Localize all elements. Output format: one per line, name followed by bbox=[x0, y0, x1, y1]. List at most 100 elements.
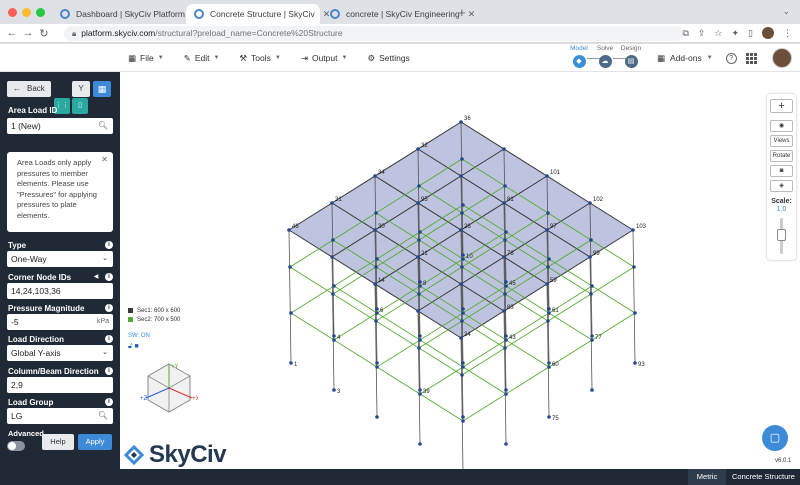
column-beam-value: 2,9 bbox=[11, 380, 23, 390]
node-id-label: 81 bbox=[507, 197, 514, 203]
gear-icon: ⚙ bbox=[367, 52, 376, 63]
advanced-toggle[interactable] bbox=[7, 441, 25, 451]
node-point bbox=[502, 255, 506, 259]
load-direction-select[interactable]: Global Y-axis ⌄ bbox=[7, 345, 113, 361]
chat-support-button[interactable]: ▢ bbox=[762, 425, 788, 451]
apps-grid-icon[interactable] bbox=[746, 53, 757, 64]
browser-menu-icon[interactable]: ⋮ bbox=[783, 28, 792, 39]
info-icon[interactable]: i bbox=[105, 241, 113, 249]
menu-file[interactable]: ▦ File ▼ bbox=[128, 53, 164, 64]
advanced-label: Advanced bbox=[8, 429, 44, 438]
window-controls bbox=[8, 8, 45, 17]
url-field[interactable]: 🔒︎ platform.skyciv.com/structural?preload… bbox=[64, 26, 684, 41]
node-point bbox=[631, 228, 635, 232]
column-beam-input[interactable]: 2,9 bbox=[7, 377, 113, 393]
pencil-icon: ✎ bbox=[183, 52, 191, 63]
add-button[interactable]: + bbox=[770, 99, 793, 113]
column-beam-label: Column/Beam Direction bbox=[8, 367, 99, 376]
stage-solve[interactable]: Solve ☁ bbox=[594, 45, 616, 68]
minimize-window-button[interactable] bbox=[22, 8, 31, 17]
back-arrow-icon[interactable]: ← bbox=[4, 27, 20, 39]
browser-toolbar-icons: ⧉ ⇪ ☆ ✦ ▯ ⋮ bbox=[682, 27, 792, 39]
menu-tools[interactable]: ⚒ Tools ▼ bbox=[239, 53, 280, 64]
model-canvas[interactable]: 36 101 102 103 34 30 31 46 26 21 14 81 97 99 78 95 32 24 5… bbox=[0, 72, 800, 469]
node-point bbox=[287, 228, 291, 232]
lock-icon[interactable]: 🔓︎ bbox=[128, 343, 133, 350]
logo-text: SkyCiv bbox=[149, 441, 227, 468]
node-point bbox=[588, 255, 592, 259]
sidepanel-icon[interactable]: ▯ bbox=[748, 28, 753, 39]
orientation-cube[interactable]: +Y +X +Z bbox=[140, 360, 198, 420]
new-tab-plus-icon[interactable]: + bbox=[458, 5, 466, 20]
project-name[interactable]: Concrete Structure bbox=[727, 469, 800, 485]
copy-tool-button[interactable]: ▯ bbox=[72, 98, 88, 114]
menu-settings[interactable]: ⚙ Settings bbox=[367, 53, 409, 64]
profile-avatar[interactable] bbox=[762, 27, 774, 39]
url-host: platform.skyciv.com bbox=[81, 28, 156, 38]
node-point bbox=[546, 319, 550, 323]
info-icon[interactable]: i bbox=[105, 335, 113, 343]
browser-tab-concrete-structure[interactable]: Concrete Structure | SkyCiv ✕ bbox=[186, 4, 330, 24]
screenshot-button[interactable]: ◙ bbox=[770, 165, 793, 177]
zoom-window-button[interactable] bbox=[36, 8, 45, 17]
node-point bbox=[545, 282, 549, 286]
scale-slider-handle[interactable] bbox=[777, 229, 786, 241]
back-button[interactable]: ← Back bbox=[7, 81, 51, 97]
video-icon[interactable]: ■ bbox=[135, 343, 139, 350]
area-load-id-field[interactable]: 1 (New) 🔍︎ bbox=[7, 118, 113, 134]
menu-output[interactable]: ⇥ Output ▼ bbox=[301, 53, 348, 64]
skyciv-logo-icon bbox=[123, 444, 145, 466]
node-id-label: 31 bbox=[335, 197, 342, 203]
3d-view-button[interactable]: ◈ bbox=[770, 180, 793, 192]
info-icon[interactable]: i bbox=[105, 398, 113, 406]
node-point bbox=[590, 284, 594, 288]
help-button[interactable]: Help bbox=[42, 434, 74, 450]
main-menu: ▦ File ▼ ✎ Edit ▼ ⚒ Tools ▼ ⇥ Output ▼ ⚙ Settings bbox=[128, 44, 410, 72]
visibility-button[interactable]: ◉ bbox=[770, 120, 793, 132]
extensions-puzzle-icon[interactable]: ✦ bbox=[732, 28, 740, 39]
filter-button[interactable]: Y bbox=[72, 81, 90, 97]
reload-icon[interactable]: ↻ bbox=[36, 27, 52, 40]
node-point bbox=[547, 365, 551, 369]
help-question-icon[interactable]: ? bbox=[725, 52, 737, 64]
menu-edit[interactable]: ✎ Edit ▼ bbox=[184, 53, 220, 64]
close-window-button[interactable] bbox=[8, 8, 17, 17]
units-metric-button[interactable]: Metric bbox=[688, 469, 726, 485]
tab-search-chevron-icon[interactable]: ⌄ bbox=[782, 6, 790, 17]
corner-nodes-input[interactable]: 14,24,103,36 bbox=[7, 283, 113, 299]
addons-menu[interactable]: ▦ Add-ons ▼ ? bbox=[657, 44, 737, 72]
node-point bbox=[417, 238, 421, 242]
views-button[interactable]: Views bbox=[770, 135, 793, 147]
info-icon[interactable]: i bbox=[105, 304, 113, 312]
z-axis-label: +Z bbox=[140, 396, 148, 402]
stage-design[interactable]: Design ▤ bbox=[620, 45, 642, 68]
apply-button[interactable]: Apply bbox=[78, 434, 112, 450]
browser-tab-dashboard[interactable]: Dashboard | SkyCiv Platform ✕ bbox=[52, 4, 201, 24]
support-node bbox=[418, 388, 422, 392]
pressure-input[interactable]: -5 kPa bbox=[7, 314, 113, 330]
node-point bbox=[332, 284, 336, 288]
speaker-icon[interactable]: ◀ bbox=[92, 273, 100, 281]
share-icon[interactable]: ⇪ bbox=[698, 28, 706, 39]
close-icon[interactable]: ✕ bbox=[101, 155, 108, 166]
table-view-button[interactable]: ▦ bbox=[93, 81, 111, 97]
type-select[interactable]: One-Way ⌄ bbox=[7, 251, 113, 267]
node-id-label: 103 bbox=[636, 224, 647, 230]
bookmark-star-icon[interactable]: ☆ bbox=[714, 28, 722, 39]
node-point bbox=[332, 338, 336, 342]
structure-model-view[interactable]: 3610110210334303146 262114819799789532245… bbox=[0, 72, 800, 469]
rotate-button[interactable]: Rotate bbox=[770, 150, 793, 162]
node-id-label: 10 bbox=[466, 254, 473, 260]
node-id-label: 34 bbox=[378, 170, 385, 176]
stage-model[interactable]: Model ◆ bbox=[568, 45, 590, 68]
user-avatar[interactable] bbox=[772, 48, 792, 68]
info-icon[interactable]: i bbox=[105, 273, 113, 281]
node-point bbox=[504, 284, 508, 288]
node-point bbox=[547, 257, 551, 261]
info-icon[interactable]: i bbox=[105, 367, 113, 375]
install-app-icon[interactable]: ⧉ bbox=[682, 28, 688, 39]
load-group-input[interactable]: LG 🔍︎ bbox=[7, 408, 113, 424]
forward-arrow-icon[interactable]: → bbox=[20, 27, 36, 39]
menu-label: Settings bbox=[379, 53, 410, 63]
browser-tab-concrete-engineering[interactable]: concrete | SkyCiv Engineering ✕ bbox=[322, 4, 475, 24]
